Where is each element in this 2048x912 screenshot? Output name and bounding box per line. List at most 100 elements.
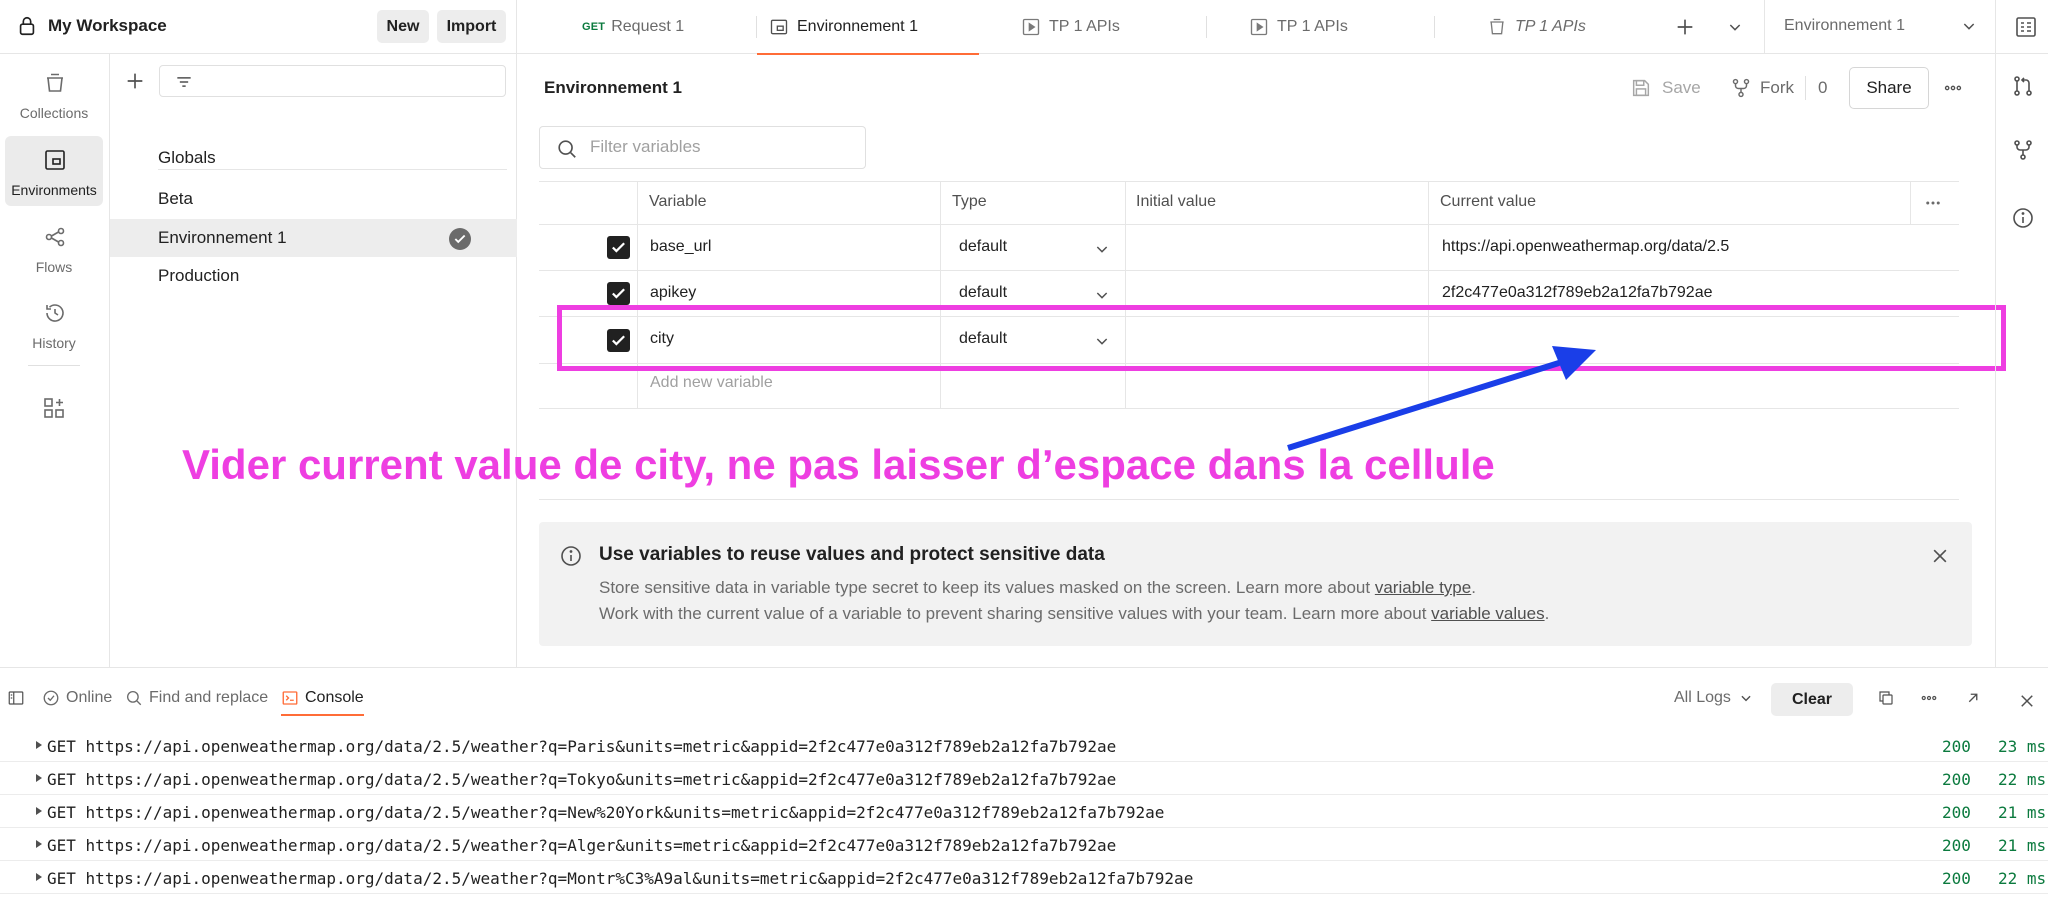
lock-icon: [19, 16, 35, 36]
new-tab-plus-icon[interactable]: [1674, 16, 1696, 38]
log-status: 200: [1942, 836, 1971, 855]
current-value-cell[interactable]: https://api.openweathermap.org/data/2.5: [1442, 238, 1729, 256]
filter-icon: [177, 77, 191, 87]
column-options-icon[interactable]: [1924, 194, 1942, 212]
sidebar-item-history[interactable]: History: [5, 289, 103, 359]
expand-triangle-icon[interactable]: [36, 807, 42, 815]
tab-tp1-apis[interactable]: TP 1 APIs: [1207, 0, 1435, 54]
column-header-variable: Variable: [649, 193, 707, 210]
sidebar-item-environments[interactable]: Environments: [5, 136, 103, 206]
copy-icon[interactable]: [1877, 689, 1895, 707]
import-button[interactable]: Import: [437, 10, 506, 43]
tab-label: TP 1 APIs: [1515, 18, 1586, 35]
log-method: GET: [47, 803, 76, 822]
environment-filter[interactable]: [159, 65, 506, 97]
clear-console-button[interactable]: Clear: [1771, 683, 1853, 716]
environments-panel: Globals Beta Environnement 1 Production: [110, 54, 517, 667]
tabs-dropdown-chevron-icon[interactable]: [1727, 19, 1743, 35]
console-tab[interactable]: Console: [281, 689, 364, 716]
variable-name-cell[interactable]: base_url: [650, 238, 711, 256]
more-options-icon[interactable]: [1942, 78, 1964, 98]
environment-quick-look-icon[interactable]: [2014, 15, 2038, 39]
log-level-select[interactable]: All Logs: [1674, 689, 1753, 707]
tab-label: TP 1 APIs: [1277, 18, 1348, 35]
expand-icon[interactable]: [1964, 689, 1982, 707]
console-log-row[interactable]: GET https://api.openweathermap.org/data/…: [0, 729, 2048, 762]
add-new-variable-input[interactable]: Add new variable: [650, 374, 773, 392]
configure-sidebar-icon[interactable]: [42, 396, 66, 420]
sidebar-item-label: Environments: [11, 182, 97, 198]
collection-icon: [1490, 18, 1504, 35]
sidebar-item-flows[interactable]: Flows: [5, 213, 103, 283]
tab-request-1[interactable]: GET Request 1: [517, 0, 757, 54]
workspace-title[interactable]: My Workspace: [48, 16, 167, 36]
workspace-header: My Workspace New Import: [0, 0, 517, 54]
fork-info-icon[interactable]: [2011, 138, 2035, 162]
variable-name-cell[interactable]: apikey: [650, 284, 696, 302]
close-icon[interactable]: [2018, 692, 2036, 710]
console-log-row[interactable]: GET https://api.openweathermap.org/data/…: [0, 762, 2048, 795]
environment-item-environnement-1[interactable]: Environnement 1: [110, 219, 517, 257]
console-label: Console: [305, 689, 364, 706]
sidebar-item-label: History: [32, 335, 76, 351]
environment-item-production[interactable]: Production: [110, 257, 517, 295]
environments-icon: [45, 150, 65, 170]
type-select[interactable]: default: [959, 238, 1119, 262]
banner-text: Store sensitive data in variable type se…: [599, 578, 1375, 597]
page-title[interactable]: Environnement 1: [544, 78, 682, 98]
share-button[interactable]: Share: [1849, 67, 1929, 109]
tab-label: Environnement 1: [797, 18, 918, 35]
variable-values-link[interactable]: variable values: [1431, 604, 1544, 623]
expand-triangle-icon[interactable]: [36, 741, 42, 749]
online-label: Online: [66, 689, 113, 706]
sidebar-item-collections[interactable]: Collections: [5, 59, 103, 129]
environment-item-beta[interactable]: Beta: [110, 180, 517, 218]
method-badge: GET: [582, 21, 606, 33]
pull-request-icon[interactable]: [2011, 74, 2035, 98]
close-icon[interactable]: [1930, 546, 1950, 566]
log-time: 22 ms: [1998, 869, 2047, 888]
expand-triangle-icon[interactable]: [36, 840, 42, 848]
fork-button[interactable]: Fork: [1730, 76, 1794, 100]
column-header-initial-value: Initial value: [1136, 193, 1217, 210]
console-log-row[interactable]: GET https://api.openweathermap.org/data/…: [0, 828, 2048, 861]
expand-triangle-icon[interactable]: [36, 873, 42, 881]
log-status: 200: [1942, 737, 1971, 756]
console-log-row[interactable]: GET https://api.openweathermap.org/data/…: [0, 795, 2048, 828]
banner-line-1: Store sensitive data in variable type se…: [599, 578, 1476, 598]
log-url: https://api.openweathermap.org/data/2.5/…: [85, 770, 1117, 789]
online-status[interactable]: Online: [42, 689, 112, 707]
fork-count: 0: [1805, 76, 1827, 100]
environment-globals[interactable]: Globals: [110, 139, 517, 177]
console-log-row[interactable]: GET https://api.openweathermap.org/data/…: [0, 861, 2048, 894]
tab-tp1-apis-preview[interactable]: TP 1 APIs: [1435, 0, 1655, 54]
find-and-replace-button[interactable]: Find and replace: [125, 689, 268, 707]
new-button[interactable]: New: [377, 10, 429, 43]
filter-variables-field[interactable]: [539, 126, 866, 169]
variable-type-link[interactable]: variable type: [1375, 578, 1471, 597]
log-status: 200: [1942, 869, 1971, 888]
active-environment-check-icon[interactable]: [449, 228, 471, 250]
collections-icon: [47, 73, 63, 92]
current-value-cell[interactable]: 2f2c477e0a312f789eb2a12fa7b792ae: [1442, 284, 1713, 302]
toggle-sidebar-icon[interactable]: [7, 689, 25, 707]
environment-selector[interactable]: Environnement 1: [1764, 0, 1996, 54]
history-icon: [46, 304, 64, 322]
filter-variables-input[interactable]: [590, 137, 850, 157]
row-enabled-checkbox[interactable]: [607, 236, 630, 259]
more-options-icon[interactable]: [1920, 689, 1938, 707]
chevron-down-icon: [1741, 695, 1751, 702]
banner-text: Work with the current value of a variabl…: [599, 604, 1432, 623]
add-environment-plus-icon[interactable]: [124, 70, 146, 92]
log-url: https://api.openweathermap.org/data/2.5/…: [85, 836, 1117, 855]
info-icon[interactable]: [2011, 206, 2035, 230]
log-url: https://api.openweathermap.org/data/2.5/…: [85, 869, 1194, 888]
expand-triangle-icon[interactable]: [36, 774, 42, 782]
row-enabled-checkbox[interactable]: [607, 282, 630, 305]
tab-environnement-1[interactable]: Environnement 1: [757, 0, 979, 55]
flows-icon: [45, 227, 65, 247]
tab-tp1-apis[interactable]: TP 1 APIs: [979, 0, 1207, 54]
table-border: [539, 181, 1959, 182]
save-button[interactable]: Save: [1630, 76, 1701, 100]
search-icon: [558, 140, 576, 158]
